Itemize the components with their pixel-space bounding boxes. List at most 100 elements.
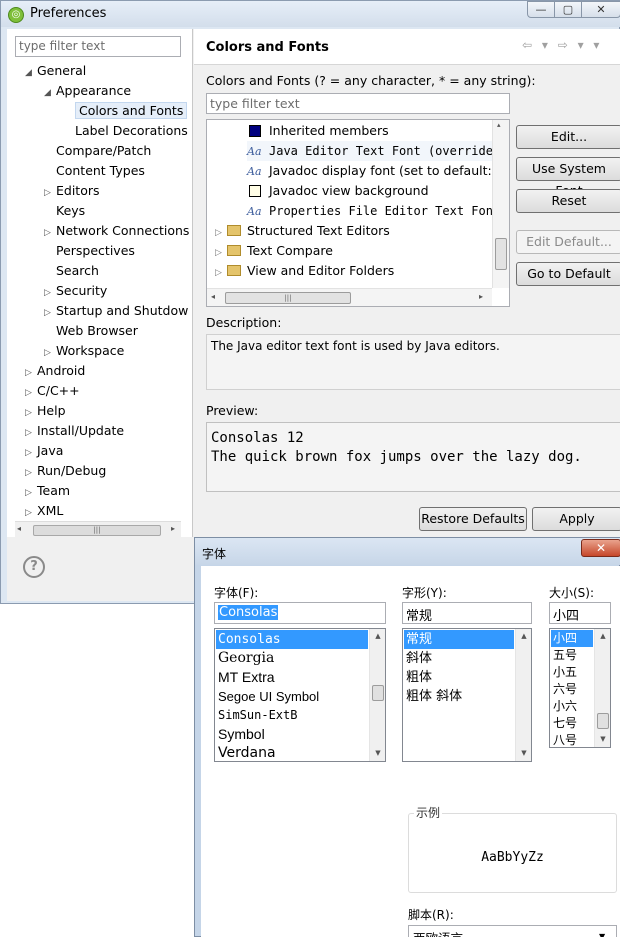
collapsed-arrow-icon[interactable]: ▷	[25, 403, 37, 423]
tree-item[interactable]: ▷ C/C++	[25, 381, 80, 401]
tree-item[interactable]: ▷ Workspace	[44, 341, 124, 361]
collapsed-arrow-icon[interactable]: ▷	[44, 343, 56, 363]
size-list-item[interactable]: 七号	[551, 715, 593, 732]
tree-item[interactable]: Search	[44, 261, 99, 281]
collapsed-arrow-icon[interactable]: ▷	[25, 503, 37, 523]
collapsed-arrow-icon[interactable]: ▷	[215, 263, 227, 283]
style-list-item[interactable]: 斜体	[404, 649, 514, 668]
font-style-input[interactable]: 常规	[402, 602, 532, 624]
tree-item[interactable]: ◢ Appearance	[44, 81, 131, 101]
scroll-right-icon[interactable]: ▸	[171, 524, 175, 533]
scroll-down-icon[interactable]: ▼	[595, 732, 610, 746]
size-list-item[interactable]: 小五	[551, 664, 593, 681]
size-list-item[interactable]: 小六	[551, 698, 593, 715]
font-name-input[interactable]: Consolas	[214, 602, 386, 624]
font-tree-vertical-scrollbar[interactable]: ▴	[492, 120, 509, 288]
font-tree-item[interactable]: Aa Java Editor Text Font (overrides	[247, 141, 509, 161]
size-list-item[interactable]: 八号	[551, 732, 593, 747]
expanded-arrow-icon[interactable]: ◢	[44, 83, 56, 103]
size-list[interactable]: 八号 七号 小六 六号 小五 五号 小四 ▲ ▼	[549, 628, 611, 748]
tree-item[interactable]: Content Types	[44, 161, 145, 181]
font-list-item[interactable]: MT Extra	[216, 668, 368, 687]
font-list-item[interactable]: Symbol	[216, 725, 368, 744]
tree-item[interactable]: Perspectives	[44, 241, 135, 261]
title-bar[interactable]: ◎ Preferences — ▢ ✕	[1, 1, 620, 27]
tree-item[interactable]: ▷ XML	[25, 501, 63, 521]
tree-item[interactable]: ▷ Java	[25, 441, 63, 461]
go-to-default-button[interactable]: Go to Default	[516, 262, 620, 286]
font-list-item[interactable]: Consolas	[216, 630, 368, 649]
scroll-down-icon[interactable]: ▼	[370, 746, 385, 760]
tree-item[interactable]: Compare/Patch	[44, 141, 151, 161]
tree-item[interactable]: ▷ Install/Update	[25, 421, 124, 441]
help-icon[interactable]: ?	[23, 556, 45, 578]
tree-item[interactable]: ▷ Startup and Shutdow	[44, 301, 188, 321]
collapsed-arrow-icon[interactable]: ▷	[44, 183, 56, 203]
font-list[interactable]: Verdana Symbol SimSun-ExtB Segoe UI Symbol M…	[214, 628, 386, 762]
collapsed-arrow-icon[interactable]: ▷	[215, 243, 227, 263]
tree-horizontal-scrollbar[interactable]: ◂ ||| ▸	[15, 521, 181, 537]
collapsed-arrow-icon[interactable]: ▷	[215, 223, 227, 243]
close-button[interactable]: ✕	[581, 1, 620, 18]
scroll-thumb[interactable]	[495, 238, 507, 270]
minimize-button[interactable]: —	[527, 1, 555, 18]
navigation-arrows[interactable]: ⇦ ▾ ⇨ ▾ ▾	[522, 38, 602, 52]
restore-defaults-button[interactable]: Restore Defaults	[419, 507, 527, 531]
maximize-button[interactable]: ▢	[554, 1, 582, 18]
edit-button[interactable]: Edit...	[516, 125, 620, 149]
font-dialog-title-bar[interactable]: 字体 ✕	[195, 538, 620, 565]
size-list-item[interactable]: 小四	[551, 630, 593, 647]
collapsed-arrow-icon[interactable]: ▷	[44, 223, 56, 243]
font-tree-item[interactable]: ▷ Text Compare	[215, 241, 498, 261]
collapsed-arrow-icon[interactable]: ▷	[25, 383, 37, 403]
collapsed-arrow-icon[interactable]: ▷	[25, 483, 37, 503]
font-list-item[interactable]: Georgia	[216, 649, 368, 668]
font-tree-item[interactable]: Inherited members	[247, 121, 509, 141]
reset-button[interactable]: Reset	[516, 189, 620, 213]
font-tree-item[interactable]: ▷ Structured Text Editors	[215, 221, 498, 241]
tree-item[interactable]: ▷ Team	[25, 481, 70, 501]
font-tree-item[interactable]: ▷ View and Editor Folders	[215, 261, 498, 281]
edit-default-button[interactable]: Edit Default...	[516, 230, 620, 254]
size-list-scrollbar[interactable]: ▲ ▼	[594, 629, 610, 747]
scroll-thumb[interactable]	[597, 713, 609, 729]
font-tree-item[interactable]: Javadoc view background	[247, 181, 509, 201]
tree-item[interactable]: Label Decorations	[63, 121, 188, 141]
style-list-scrollbar[interactable]: ▲ ▼	[515, 629, 531, 761]
font-list-item[interactable]: SimSun-ExtB	[216, 706, 368, 725]
scroll-thumb[interactable]	[372, 685, 384, 701]
scroll-right-icon[interactable]: ▸	[479, 292, 483, 301]
font-list-item[interactable]: Segoe UI Symbol	[216, 687, 368, 706]
scroll-thumb[interactable]: |||	[225, 292, 351, 304]
tree-item[interactable]: Web Browser	[44, 321, 138, 341]
use-system-font-button[interactable]: Use System Font	[516, 157, 620, 198]
tree-item[interactable]: Keys	[44, 201, 85, 221]
font-tree-horizontal-scrollbar[interactable]: ◂ ||| ▸	[207, 288, 492, 306]
font-tree-item[interactable]: Aa Properties File Editor Text Font	[247, 201, 509, 221]
collapsed-arrow-icon[interactable]: ▷	[44, 283, 56, 303]
tree-item[interactable]: Colors and Fonts	[63, 101, 188, 121]
scroll-thumb[interactable]: |||	[33, 525, 161, 536]
tree-item[interactable]: ▷ Android	[25, 361, 85, 381]
style-list[interactable]: 粗体 斜体 粗体 斜体 常规 ▲ ▼	[402, 628, 532, 762]
font-tree-item[interactable]: Aa Javadoc display font (set to default: …	[247, 161, 509, 181]
tree-item[interactable]: ▷ Editors	[44, 181, 100, 201]
scroll-down-icon[interactable]: ▼	[516, 746, 531, 760]
scroll-left-icon[interactable]: ◂	[17, 524, 21, 533]
scroll-up-icon[interactable]: ▴	[497, 121, 501, 129]
collapsed-arrow-icon[interactable]: ▷	[25, 363, 37, 383]
font-dialog-close-button[interactable]: ✕	[581, 539, 620, 557]
font-list-item[interactable]: Verdana	[216, 744, 368, 761]
colors-fonts-filter-input[interactable]: type filter text	[206, 93, 510, 114]
tree-item[interactable]: ◢ General	[25, 61, 86, 81]
size-list-item[interactable]: 六号	[551, 681, 593, 698]
scroll-up-icon[interactable]: ▲	[370, 629, 385, 643]
scroll-left-icon[interactable]: ◂	[211, 292, 215, 301]
tree-item[interactable]: ▷ Run/Debug	[25, 461, 106, 481]
apply-button[interactable]: Apply	[532, 507, 620, 531]
expanded-arrow-icon[interactable]: ◢	[25, 63, 37, 83]
collapsed-arrow-icon[interactable]: ▷	[44, 303, 56, 323]
tree-item[interactable]: ▷ Security	[44, 281, 107, 301]
collapsed-arrow-icon[interactable]: ▷	[25, 463, 37, 483]
scroll-up-icon[interactable]: ▲	[516, 629, 531, 643]
